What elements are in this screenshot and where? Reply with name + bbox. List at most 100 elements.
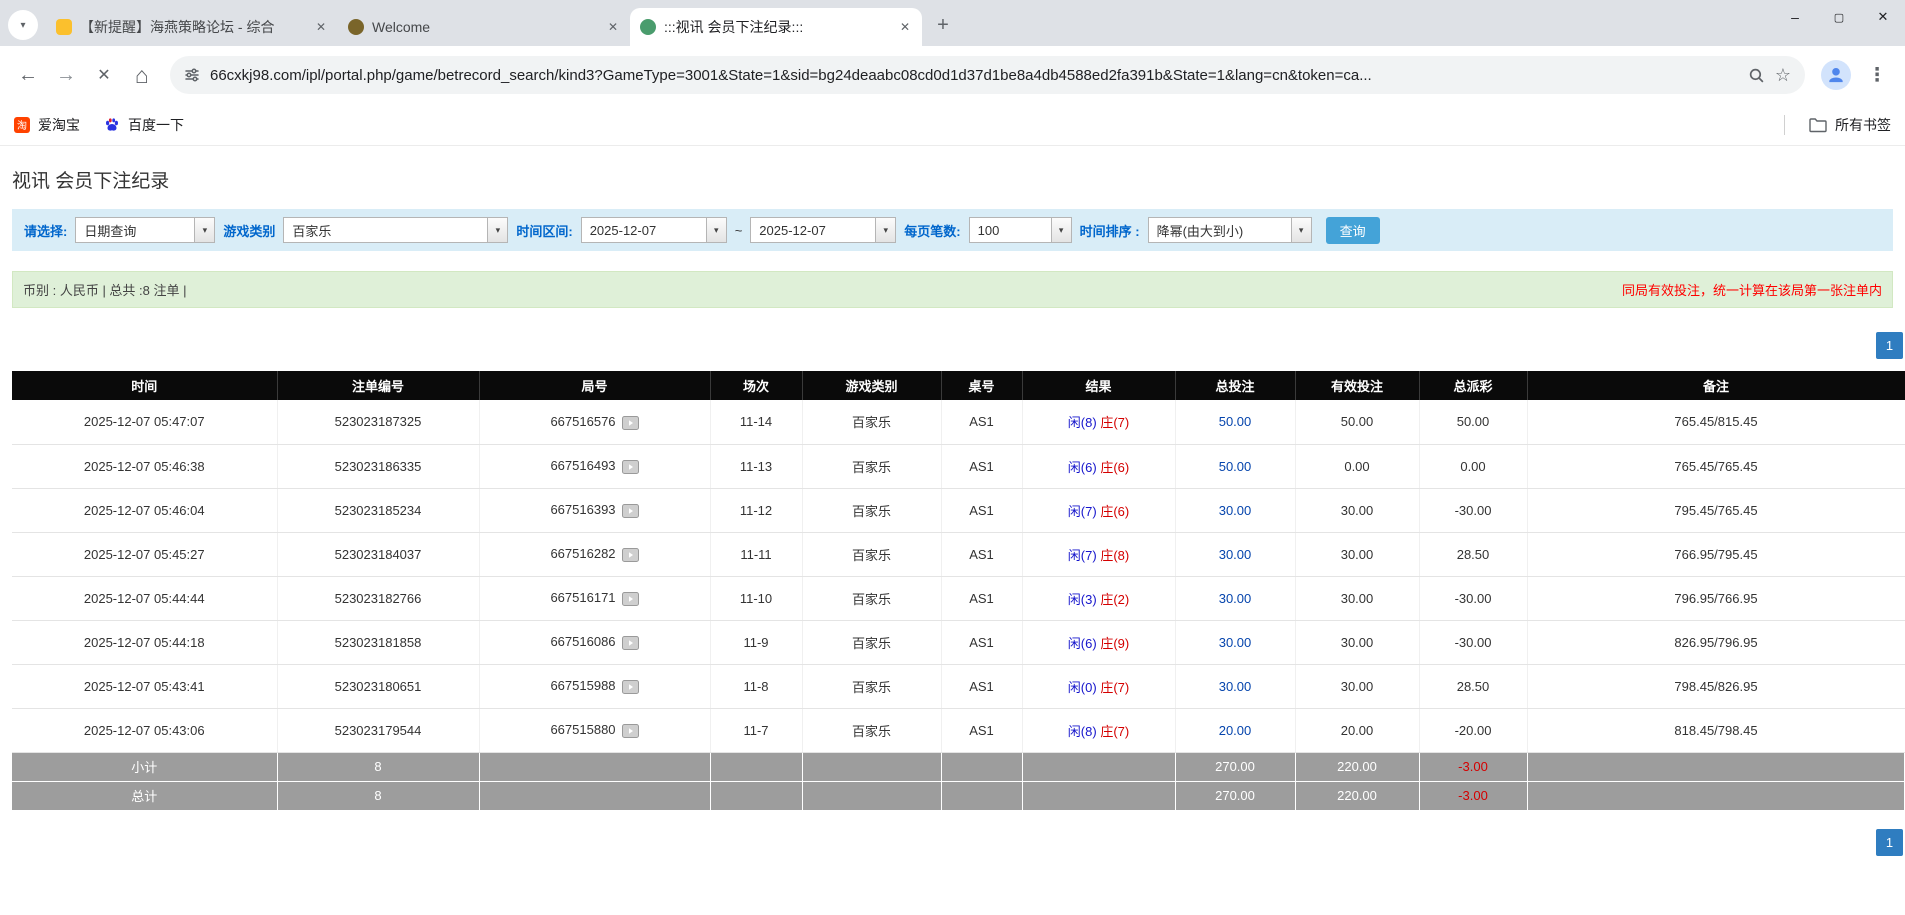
new-tab-button[interactable]: + [928,10,958,40]
range-label: 时间区间: [516,221,572,240]
tab-close-icon[interactable]: ✕ [606,20,620,34]
total-bet-link[interactable]: 30.00 [1219,679,1252,694]
table-row: 2025-12-07 05:44:18523023181858667516086… [12,620,1905,664]
total-bet-link[interactable]: 50.00 [1219,459,1252,474]
result-player: 闲(8) [1068,724,1097,739]
minimize-button[interactable]: – [1773,0,1817,34]
cell-time: 2025-12-07 05:46:38 [12,444,277,488]
tab-welcome[interactable]: Welcome ✕ [338,8,630,46]
site-settings-icon[interactable] [184,67,200,83]
total-bet-link[interactable]: 20.00 [1219,723,1252,738]
result-banker: 庄(6) [1100,504,1129,519]
subtotal-label: 小计 [12,752,277,781]
home-button[interactable]: ⌂ [124,57,160,93]
tab-close-icon[interactable]: ✕ [314,20,328,34]
total-bet-link[interactable]: 30.00 [1219,503,1252,518]
total-bet-link[interactable]: 30.00 [1219,547,1252,562]
cell-time: 2025-12-07 05:47:07 [12,400,277,444]
url-text[interactable]: 66cxkj98.com/ipl/portal.php/game/betreco… [210,67,1738,84]
navigation-bar: ← → ✕ ⌂ 66cxkj98.com/ipl/portal.php/game… [0,46,1905,104]
cell-round: 667516086 [479,620,710,664]
video-replay-icon[interactable] [622,680,639,694]
all-bookmarks-label: 所有书签 [1835,115,1891,135]
tab-title: Welcome [372,19,598,35]
cell-bet-id: 523023181858 [277,620,479,664]
chevron-down-icon[interactable]: ▾ [1291,218,1311,242]
profile-avatar[interactable] [1821,60,1851,90]
cell-session: 11-8 [710,664,802,708]
video-replay-icon[interactable] [622,504,639,518]
range-separator: ~ [735,223,743,238]
forward-button[interactable]: → [48,57,84,93]
cell-bet-id: 523023186335 [277,444,479,488]
col-round: 局号 [479,371,710,400]
cell-game-type: 百家乐 [802,664,941,708]
chevron-down-icon[interactable]: ▾ [194,218,214,242]
video-replay-icon[interactable] [622,636,639,650]
cell-total-bet: 30.00 [1175,576,1295,620]
tab-bet-records[interactable]: :::视讯 会员下注纪录::: ✕ [630,8,922,46]
date-type-select[interactable]: 日期查询 ▾ [75,217,215,243]
date-to-select[interactable]: 2025-12-07 ▾ [750,217,896,243]
sort-select[interactable]: 降幂(由大到小) ▾ [1148,217,1312,243]
tab-favicon [640,19,656,35]
window-controls: – ▢ ✕ [1773,0,1905,34]
bookmark-baidu[interactable]: 百度一下 [104,115,184,135]
cell-result: 闲(0) 庄(7) [1022,664,1175,708]
cell-result: 闲(6) 庄(6) [1022,444,1175,488]
video-replay-icon[interactable] [622,548,639,562]
tab-favicon [348,19,364,35]
cell-valid-bet: 30.00 [1295,488,1419,532]
col-session: 场次 [710,371,802,400]
video-replay-icon[interactable] [622,460,639,474]
empty-cell [802,752,941,781]
game-type-select[interactable]: 百家乐 ▾ [283,217,508,243]
address-bar[interactable]: 66cxkj98.com/ipl/portal.php/game/betreco… [170,56,1805,94]
query-button[interactable]: 查询 [1326,217,1380,244]
total-count: 8 [277,781,479,810]
total-bet-link[interactable]: 50.00 [1219,414,1252,429]
video-replay-icon[interactable] [622,724,639,738]
tab-close-icon[interactable]: ✕ [898,20,912,34]
per-page-select[interactable]: 100 ▾ [969,217,1072,243]
zoom-icon[interactable] [1748,67,1765,84]
total-bet-link[interactable]: 30.00 [1219,635,1252,650]
bookmark-star-icon[interactable]: ☆ [1775,65,1791,86]
empty-cell [1527,781,1905,810]
chevron-down-icon[interactable]: ▾ [706,218,726,242]
video-replay-icon[interactable] [622,416,639,430]
result-banker: 庄(7) [1100,415,1129,430]
tab-title: :::视讯 会员下注纪录::: [664,17,890,37]
subtotal-count: 8 [277,752,479,781]
cell-note: 796.95/766.95 [1527,576,1905,620]
cell-payout: 50.00 [1419,400,1527,444]
video-replay-icon[interactable] [622,592,639,606]
tab-forum[interactable]: 【新提醒】海燕策略论坛 - 综合 ✕ [46,8,338,46]
maximize-button[interactable]: ▢ [1817,0,1861,34]
cell-game-type: 百家乐 [802,532,941,576]
chevron-down-icon[interactable]: ▾ [875,218,895,242]
menu-icon[interactable]: ⋮ [1859,57,1895,93]
page-number-button[interactable]: 1 [1876,332,1903,359]
cell-time: 2025-12-07 05:43:06 [12,708,277,752]
back-button[interactable]: ← [10,57,46,93]
total-bet-link[interactable]: 30.00 [1219,591,1252,606]
cell-note: 826.95/796.95 [1527,620,1905,664]
page-number-button[interactable]: 1 [1876,829,1903,856]
stop-loading-button[interactable]: ✕ [86,57,122,93]
cell-total-bet: 20.00 [1175,708,1295,752]
chevron-down-icon[interactable]: ▾ [487,218,507,242]
close-window-button[interactable]: ✕ [1861,0,1905,34]
result-banker: 庄(7) [1100,724,1129,739]
cell-total-bet: 30.00 [1175,620,1295,664]
bookmark-taobao[interactable]: 淘 爱淘宝 [14,115,80,135]
date-from-select[interactable]: 2025-12-07 ▾ [581,217,727,243]
result-banker: 庄(7) [1100,680,1129,695]
empty-cell [941,752,1022,781]
game-type-label: 游戏类别 [223,221,275,240]
chevron-down-icon[interactable]: ▾ [1051,218,1071,242]
cell-game-type: 百家乐 [802,444,941,488]
tab-search-button[interactable]: ▾ [8,10,38,40]
result-player: 闲(0) [1068,680,1097,695]
all-bookmarks-button[interactable]: 所有书签 [1809,115,1891,135]
